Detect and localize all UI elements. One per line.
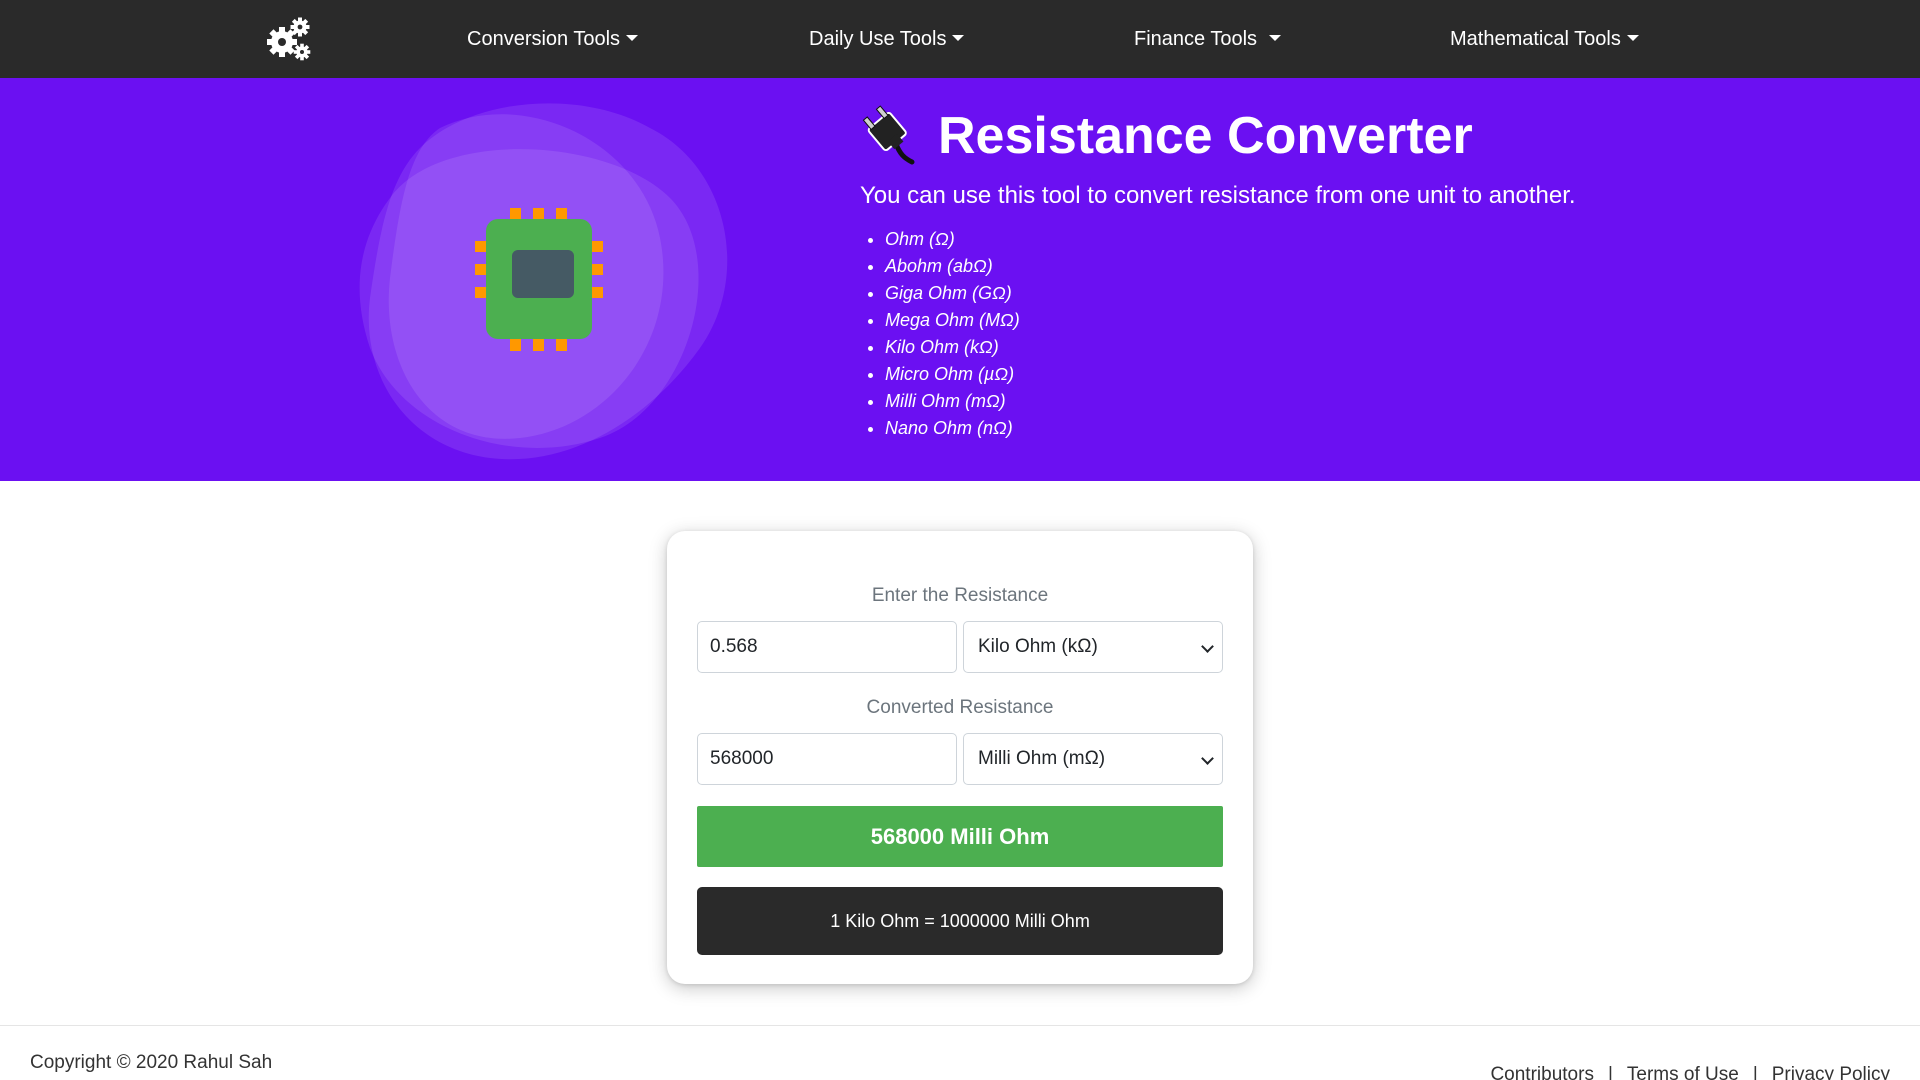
converted-resistance-field[interactable] xyxy=(697,733,957,785)
list-item: Kilo Ohm (kΩ) xyxy=(885,334,1020,361)
hero-banner: Resistance Converter You can use this to… xyxy=(0,78,1920,481)
caret-down-icon xyxy=(1269,35,1282,41)
contributors-link[interactable]: Contributors xyxy=(1490,1064,1594,1080)
privacy-policy-link[interactable]: Privacy Policy xyxy=(1772,1064,1890,1080)
chip-icon xyxy=(359,103,728,460)
page-description: You can use this tool to convert resista… xyxy=(860,182,1576,209)
nav-item-label: Daily Use Tools xyxy=(809,28,947,50)
caret-down-icon xyxy=(1626,35,1639,41)
gears-icon[interactable] xyxy=(264,16,312,62)
conversion-formula: 1 Kilo Ohm = 1000000 Milli Ohm xyxy=(697,887,1223,955)
terms-of-use-link[interactable]: Terms of Use xyxy=(1627,1064,1739,1080)
input-label: Enter the Resistance xyxy=(871,585,1049,606)
resistance-input[interactable] xyxy=(697,621,957,673)
list-item: Nano Ohm (nΩ) xyxy=(885,415,1020,442)
top-navbar: Conversion Tools Daily Use Tools Finance… xyxy=(0,0,1920,78)
selected-unit: Kilo Ohm (kΩ) xyxy=(978,636,1098,657)
nav-mathematical-tools[interactable]: Mathematical Tools xyxy=(1450,0,1639,78)
page-title: Resistance Converter xyxy=(938,107,1473,165)
caret-down-icon xyxy=(952,35,965,41)
nav-item-label: Conversion Tools xyxy=(467,28,621,50)
footer-divider xyxy=(0,1025,1920,1026)
list-item: Giga Ohm (GΩ) xyxy=(885,280,1020,307)
nav-item-label: Mathematical Tools xyxy=(1450,28,1621,50)
chevron-down-icon xyxy=(1201,640,1214,653)
result-button[interactable]: 568000 Milli Ohm xyxy=(697,806,1223,867)
list-item: Ohm (Ω) xyxy=(885,226,1020,253)
plug-icon xyxy=(862,105,915,165)
list-item: Abohm (abΩ) xyxy=(885,253,1020,280)
list-item: Milli Ohm (mΩ) xyxy=(885,388,1020,415)
footer-links: Contributors | Terms of Use | Privacy Policy xyxy=(1490,1064,1890,1080)
link-separator: | xyxy=(1752,1064,1758,1080)
chevron-down-icon xyxy=(1201,752,1214,765)
nav-conversion-tools[interactable]: Conversion Tools xyxy=(467,0,639,78)
unit-list: Ohm (Ω) Abohm (abΩ) Giga Ohm (GΩ) Mega O… xyxy=(885,226,1020,442)
link-separator: | xyxy=(1607,1064,1613,1080)
nav-item-label: Finance Tools xyxy=(1134,28,1258,50)
nav-finance-tools[interactable]: Finance Tools xyxy=(1134,0,1282,78)
nav-daily-use-tools[interactable]: Daily Use Tools xyxy=(809,0,965,78)
copyright-text: Copyright © 2020 Rahul Sah xyxy=(30,1052,273,1073)
selected-unit: Milli Ohm (mΩ) xyxy=(978,748,1106,769)
caret-down-icon xyxy=(626,35,639,41)
output-unit-select[interactable]: Milli Ohm (mΩ) xyxy=(963,733,1223,785)
converter-card: Enter the Resistance Kilo Ohm (kΩ) Conve… xyxy=(667,531,1253,984)
output-label: Converted Resistance xyxy=(866,697,1054,718)
list-item: Mega Ohm (MΩ) xyxy=(885,307,1020,334)
input-unit-select[interactable]: Kilo Ohm (kΩ) xyxy=(963,621,1223,673)
list-item: Micro Ohm (µΩ) xyxy=(885,361,1020,388)
